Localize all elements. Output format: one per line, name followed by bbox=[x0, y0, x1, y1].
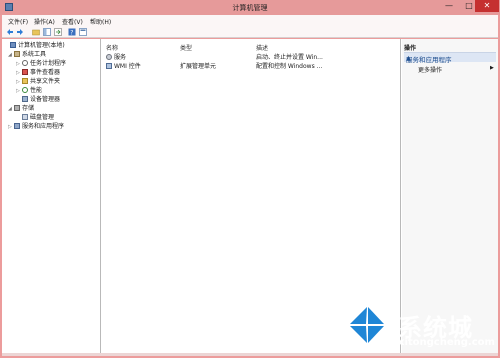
column-header-description[interactable]: 描述 bbox=[256, 43, 268, 52]
title-bar[interactable]: 计算机管理 — □ ✕ bbox=[0, 0, 500, 15]
menu-bar: 文件(F) 操作(A) 查看(V) 帮助(H) bbox=[2, 15, 498, 26]
tools-icon bbox=[14, 51, 20, 57]
tree-expander[interactable]: ▷ bbox=[16, 87, 22, 95]
row-description-cell: 配置和控制 Windows ... bbox=[256, 63, 323, 70]
toolbar: ? bbox=[2, 26, 498, 38]
tree-item-disk-management[interactable]: 磁盘管理 bbox=[16, 114, 54, 122]
services-apps-icon bbox=[14, 123, 20, 129]
tree-item-event-viewer[interactable]: ▷ 事件查看器 bbox=[16, 69, 60, 77]
tree-item-storage[interactable]: ◢ 存储 bbox=[8, 105, 34, 113]
tree-item-label: 设备管理器 bbox=[30, 96, 61, 103]
services-icon bbox=[106, 54, 112, 60]
tree-item-label: 磁盘管理 bbox=[30, 114, 55, 121]
list-row-services[interactable]: 服务 启动、终止并设置 Win... bbox=[102, 54, 400, 62]
actions-section-services-and-applications[interactable]: 服务和应用程序 ▲ bbox=[404, 52, 496, 64]
xitongcheng-logo-icon bbox=[345, 303, 389, 347]
minimize-button[interactable]: — bbox=[440, 0, 458, 12]
storage-icon bbox=[14, 105, 20, 111]
navigation-tree: 计算机管理(本地) ◢ 系统工具 ▷ 任务计划程序 ▷ 事件查看器 ▷ 共享文件夹 ▷ 性… bbox=[2, 39, 101, 354]
actions-header: 操作 bbox=[404, 45, 417, 52]
menu-view[interactable]: 查看(V) bbox=[62, 17, 83, 26]
clock-icon bbox=[22, 60, 28, 66]
back-arrow-icon[interactable] bbox=[6, 28, 14, 36]
watermark-url: xitongcheng.com bbox=[398, 337, 495, 348]
column-header-type[interactable]: 类型 bbox=[180, 43, 192, 52]
window-title: 计算机管理 bbox=[232, 4, 268, 12]
computer-icon bbox=[10, 42, 16, 48]
row-type-cell: 扩展管理单元 bbox=[180, 63, 217, 70]
collapse-arrow-icon[interactable]: ▲ bbox=[406, 54, 494, 62]
wmi-icon bbox=[106, 63, 112, 69]
tree-item-system-tools[interactable]: ◢ 系统工具 bbox=[8, 51, 46, 59]
export-list-icon[interactable] bbox=[54, 28, 62, 36]
tree-item-computer-management[interactable]: 计算机管理(本地) bbox=[4, 42, 65, 50]
folder-up-icon[interactable] bbox=[32, 28, 40, 36]
tree-item-label: 共享文件夹 bbox=[30, 78, 61, 85]
disk-icon bbox=[22, 114, 28, 120]
tree-item-performance[interactable]: ▷ 性能 bbox=[16, 87, 42, 95]
show-hide-tree-icon[interactable] bbox=[43, 28, 51, 36]
row-name-cell: WMI 控件 bbox=[106, 63, 141, 71]
tree-item-task-scheduler[interactable]: ▷ 任务计划程序 bbox=[16, 60, 66, 68]
row-name-cell: 服务 bbox=[106, 54, 126, 62]
svg-text:?: ? bbox=[70, 30, 73, 37]
menu-file[interactable]: 文件(F) bbox=[8, 17, 28, 26]
more-actions-item[interactable]: 更多操作 bbox=[418, 65, 442, 74]
performance-icon bbox=[22, 87, 28, 93]
column-header-name[interactable]: 名称 bbox=[106, 43, 118, 52]
shared-folder-icon bbox=[22, 78, 28, 84]
close-button[interactable]: ✕ bbox=[475, 0, 499, 12]
tree-item-label: 任务计划程序 bbox=[30, 60, 67, 67]
tree-item-device-manager[interactable]: 设备管理器 bbox=[16, 96, 60, 104]
tree-item-label: 性能 bbox=[30, 87, 43, 94]
watermark: 系统城 xitongcheng.com bbox=[342, 300, 500, 358]
menu-help[interactable]: 帮助(H) bbox=[90, 17, 111, 26]
help-icon[interactable]: ? bbox=[68, 28, 76, 36]
tree-item-label: 服务和应用程序 bbox=[22, 123, 65, 130]
tree-item-label: 计算机管理(本地) bbox=[18, 42, 65, 49]
tree-item-shared-folders[interactable]: ▷ 共享文件夹 bbox=[16, 78, 60, 86]
tree-expander[interactable]: ▷ bbox=[16, 60, 22, 68]
tree-item-label: 系统工具 bbox=[22, 51, 47, 58]
forward-arrow-icon[interactable] bbox=[16, 28, 24, 36]
device-manager-icon bbox=[22, 96, 28, 102]
menu-action[interactable]: 操作(A) bbox=[34, 17, 55, 26]
row-name-label: 服务 bbox=[114, 54, 127, 61]
event-viewer-icon bbox=[22, 69, 28, 75]
row-name-label: WMI 控件 bbox=[114, 63, 141, 70]
tree-item-label: 存储 bbox=[22, 105, 35, 112]
submenu-arrow-icon[interactable]: ▶ bbox=[490, 65, 494, 71]
row-description-cell: 启动、终止并设置 Win... bbox=[256, 54, 323, 61]
tree-item-label: 事件查看器 bbox=[30, 69, 61, 76]
list-row-wmi-control[interactable]: WMI 控件 扩展管理单元 配置和控制 Windows ... bbox=[102, 63, 400, 71]
properties-icon[interactable] bbox=[79, 28, 87, 36]
tree-item-services-and-applications[interactable]: ▷ 服务和应用程序 bbox=[8, 123, 64, 131]
